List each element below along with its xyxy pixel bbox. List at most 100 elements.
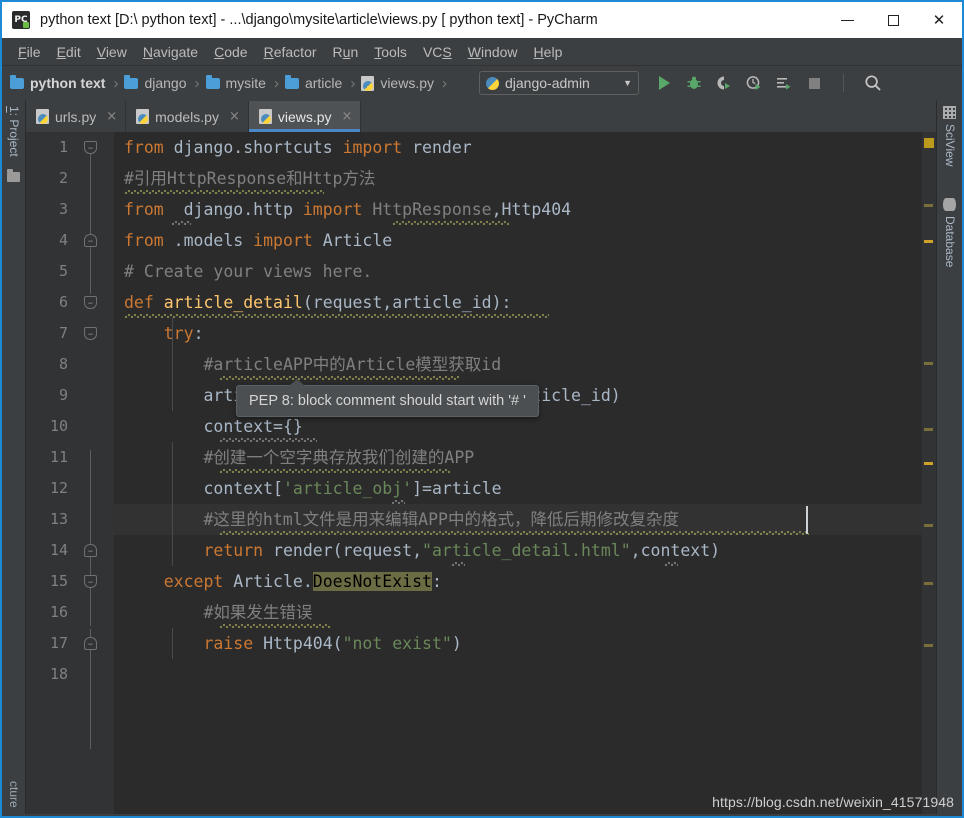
breadcrumb-separator: › (442, 74, 447, 92)
stripe-mark[interactable] (924, 524, 933, 527)
line-number: 7 (58, 324, 68, 342)
line-number: 15 (49, 572, 68, 590)
python-file-icon (258, 109, 272, 124)
breadcrumb-item-django[interactable]: django (124, 74, 187, 91)
run-configuration-selector[interactable]: django-admin ▼ (479, 71, 639, 95)
sidebar-item-structure[interactable]: cture (7, 781, 21, 808)
code-line-14: return render(request,"article_detail.ht… (203, 541, 721, 560)
stripe-mark[interactable] (924, 362, 933, 365)
stop-button[interactable] (805, 74, 823, 92)
tab-close-icon[interactable]: × (229, 109, 240, 124)
fold-marker[interactable]: – (84, 575, 97, 588)
breadcrumb-label: views.py (380, 75, 434, 91)
sidebar-item-sciview[interactable]: SciView (943, 124, 957, 166)
identifier-highlight: DoesNotExist (312, 572, 432, 591)
menu-refactor[interactable]: Refactor (256, 41, 325, 63)
fold-line (90, 598, 91, 626)
code-line-5: # Create your views here. (124, 256, 372, 287)
python-file-icon (136, 109, 150, 124)
run-configuration-name: django-admin (505, 75, 590, 91)
folder-icon (10, 74, 24, 89)
menu-vcs[interactable]: VCS (415, 41, 460, 63)
search-everywhere-icon[interactable] (864, 74, 882, 92)
stripe-mark[interactable] (924, 428, 933, 431)
menu-run[interactable]: Run (325, 41, 367, 63)
menu-file[interactable]: File (10, 41, 49, 63)
stripe-mark[interactable] (924, 240, 933, 243)
code-editor[interactable]: 1 2 3 4 5 6 7 8 9 10 11 12 13 14 15 16 1 (26, 132, 936, 814)
fold-marker[interactable]: – (84, 327, 97, 340)
breadcrumb-item-views-py[interactable]: views.py (361, 75, 434, 91)
folder-icon (284, 74, 299, 89)
stripe-mark[interactable] (924, 204, 933, 207)
line-number: 9 (58, 386, 68, 404)
menu-window[interactable]: Window (460, 41, 526, 63)
tab-models-py[interactable]: models.py × (126, 101, 249, 132)
chevron-down-icon: ▼ (623, 78, 632, 88)
fold-line (90, 154, 91, 294)
menu-help[interactable]: Help (526, 41, 571, 63)
error-stripe[interactable] (922, 132, 936, 814)
line-number: 13 (49, 510, 68, 528)
code-comment: #引用HttpResponse和Http方法 (124, 169, 376, 188)
stripe-mark[interactable] (924, 138, 934, 148)
fold-marker[interactable]: – (84, 234, 97, 247)
maximize-icon[interactable] (870, 2, 916, 38)
fold-marker[interactable]: – (84, 544, 97, 557)
line-number: 2 (58, 169, 68, 187)
fold-marker[interactable]: – (84, 141, 97, 154)
bug-icon (687, 76, 701, 89)
folder-icon (205, 74, 220, 89)
line-number: 17 (49, 634, 68, 652)
editor-gutter[interactable]: 1 2 3 4 5 6 7 8 9 10 11 12 13 14 15 16 1 (26, 132, 114, 814)
breadcrumb-item-mysite[interactable]: mysite (205, 74, 266, 91)
folder-icon (7, 169, 20, 182)
sidebar-item-project[interactable]: 1: Project (7, 106, 21, 157)
sidebar-item-database[interactable]: Database (943, 216, 957, 267)
menu-code[interactable]: Code (206, 41, 255, 63)
menu-tools[interactable]: Tools (366, 41, 415, 63)
tooltip-text: PEP 8: block comment should start with '… (249, 393, 526, 409)
stripe-mark[interactable] (924, 582, 933, 585)
python-config-icon (486, 76, 499, 90)
minimize-icon[interactable] (824, 2, 870, 38)
line-number: 5 (58, 262, 68, 280)
debug-button[interactable] (685, 74, 703, 92)
profile-button[interactable] (745, 74, 763, 92)
database-icon (943, 198, 956, 211)
menu-navigate[interactable]: Navigate (135, 41, 206, 63)
line-number: 8 (58, 355, 68, 373)
line-number: 12 (49, 479, 68, 497)
line-number: 1 (58, 138, 68, 156)
python-file-icon (36, 109, 49, 124)
breadcrumb-item-article[interactable]: article (284, 74, 342, 91)
breadcrumb-separator: › (194, 74, 200, 92)
close-icon[interactable]: ✕ (916, 2, 962, 38)
editor-area: urls.py × models.py × views.py × 1 2 3 4… (26, 100, 936, 814)
menu-edit[interactable]: Edit (49, 41, 89, 63)
code-text-area[interactable]: from django.shortcuts import render #引用H… (114, 132, 922, 814)
line-number: 4 (58, 231, 68, 249)
tab-close-icon[interactable]: × (342, 109, 353, 124)
run-manage-button[interactable] (775, 74, 793, 92)
tab-close-icon[interactable]: × (106, 109, 117, 124)
text-caret (806, 506, 808, 534)
code-line-12: context['article_obj']=article (124, 479, 502, 498)
editor-tab-bar: urls.py × models.py × views.py × (26, 100, 936, 132)
breadcrumb-item-project[interactable]: python text (10, 74, 105, 91)
breadcrumb-separator: › (350, 74, 356, 92)
workspace: 1: Project cture urls.py × models.py × v… (2, 100, 962, 814)
fold-marker[interactable]: – (84, 296, 97, 309)
tab-urls-py[interactable]: urls.py × (26, 101, 127, 132)
run-coverage-button[interactable] (715, 74, 733, 92)
fold-marker[interactable]: – (84, 637, 97, 650)
menu-view[interactable]: View (89, 41, 135, 63)
toolbar-divider (843, 74, 844, 92)
run-button[interactable] (655, 74, 673, 92)
line-number: 18 (49, 665, 68, 683)
stripe-mark[interactable] (924, 462, 933, 465)
stripe-mark[interactable] (924, 644, 933, 647)
tab-views-py[interactable]: views.py × (248, 101, 362, 132)
main-toolbar: python text › django › mysite › article … (2, 66, 962, 100)
code-line-4: from .models import Article (124, 231, 393, 250)
